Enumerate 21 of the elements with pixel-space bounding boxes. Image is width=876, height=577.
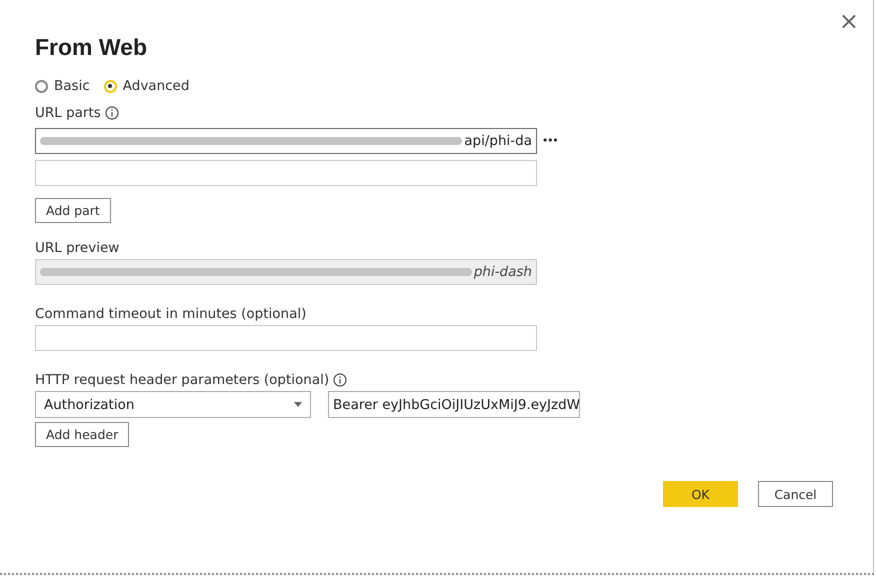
mode-radio[interactable]: Advanced (104, 78, 190, 94)
url-part-field[interactable] (35, 160, 537, 186)
field-label: URL parts (35, 104, 101, 122)
timeout-field[interactable] (35, 325, 537, 351)
url-part-field[interactable]: api/phi-da (35, 128, 537, 154)
url-preview-field: phi-dash (35, 259, 537, 285)
header-name-dropdown[interactable]: Authorization (35, 391, 311, 418)
info-icon (333, 373, 348, 387)
cancel-button[interactable]: Cancel (758, 481, 833, 507)
caret-icon (294, 402, 302, 407)
info-icon (104, 106, 119, 120)
add-header-button[interactable]: Add header (35, 422, 130, 447)
field-label: URL preview (35, 239, 120, 257)
mode-radio[interactable]: Basic (35, 78, 90, 94)
ok-button[interactable]: OK (663, 481, 738, 507)
add-part-button[interactable]: Add part (35, 198, 111, 223)
window-title: From Web (35, 33, 148, 62)
close-button[interactable]: × (838, 6, 859, 36)
field-label: HTTP request header parameters (optional) (35, 371, 330, 389)
field-label: Command timeout in minutes (optional) (35, 305, 306, 323)
more-button[interactable]: ••• (543, 133, 559, 147)
